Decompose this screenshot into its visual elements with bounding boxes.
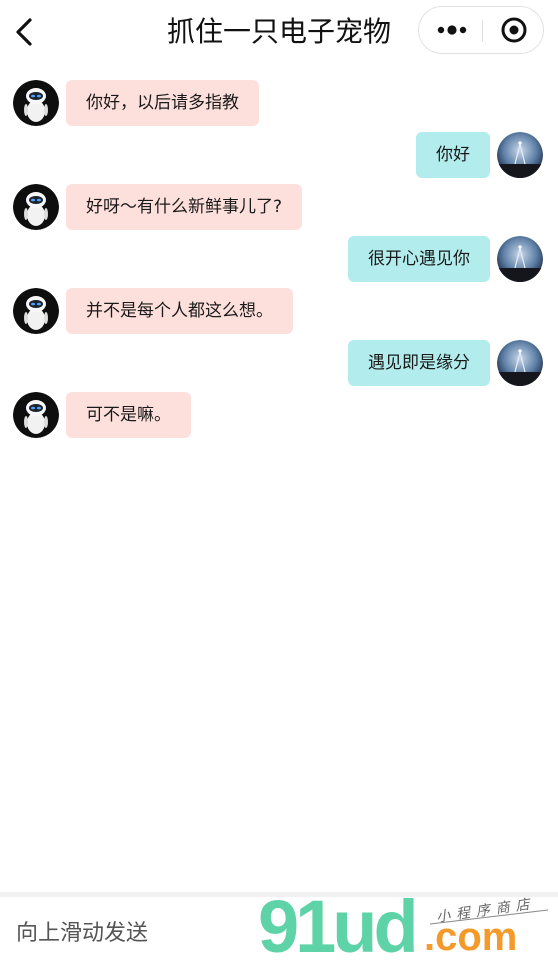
chat-message-left: 好呀～有什么新鲜事儿了? [0,184,558,230]
more-button[interactable] [419,7,482,53]
chat-message-left: 可不是嘛。 [0,392,558,438]
pet-avatar [13,80,59,126]
chat-message-right: 很开心遇见你 [0,236,558,282]
message-bubble-right: 遇见即是缘分 [348,340,490,386]
more-dots-icon [437,25,467,35]
user-avatar [497,340,543,386]
target-close-icon [501,17,527,43]
watermark-brand: 91ud [258,888,415,960]
pet-avatar [13,288,59,334]
capsule-menu [418,6,544,54]
swipe-send-hint: 向上滑动发送 [16,921,149,946]
pet-avatar [13,184,59,230]
close-miniprogram-button[interactable] [483,7,545,53]
message-bubble-left: 并不是每个人都这么想。 [66,288,293,334]
message-bubble-left: 可不是嘛。 [66,392,191,438]
chat-message-right: 你好 [0,132,558,178]
chat-message-left: 你好，以后请多指教 [0,80,558,126]
site-watermark-logo: 91ud .com 小程序商店 [258,888,549,960]
user-avatar [497,132,543,178]
message-bubble-left: 你好，以后请多指教 [66,80,259,126]
pet-avatar [13,392,59,438]
user-avatar [497,236,543,282]
message-bubble-right: 很开心遇见你 [348,236,490,282]
message-bubble-right: 你好 [416,132,490,178]
navigation-bar: 抓住一只电子宠物 [0,0,558,64]
chat-message-left: 并不是每个人都这么想。 [0,288,558,334]
message-bubble-left: 好呀～有什么新鲜事儿了? [66,184,303,230]
chat-message-right: 遇见即是缘分 [0,340,558,386]
